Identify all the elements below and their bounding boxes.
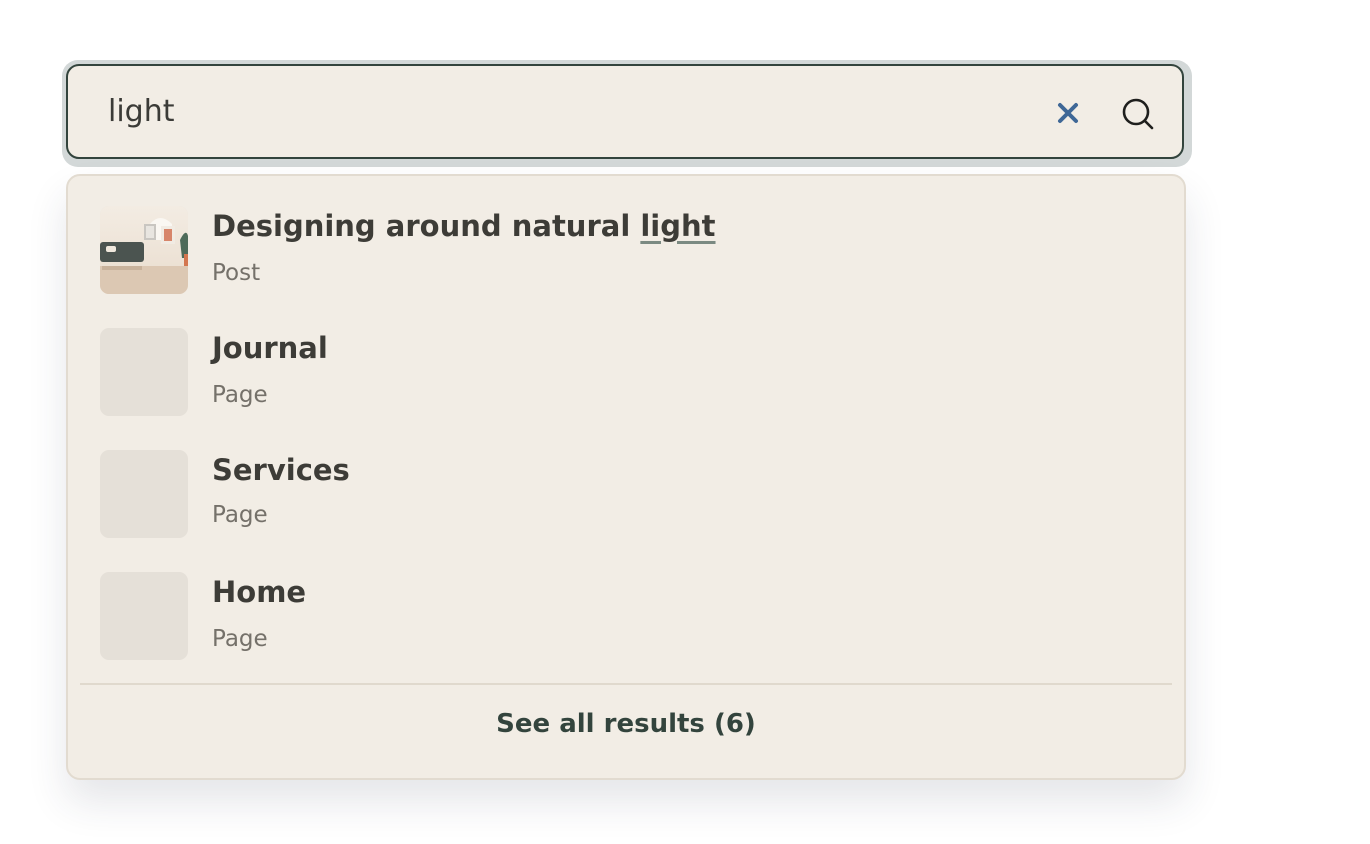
result-thumbnail (100, 206, 188, 294)
search-box (66, 64, 1184, 159)
close-icon (1058, 103, 1078, 123)
see-all-results-link[interactable]: See all results (6) (68, 706, 1184, 742)
divider (80, 683, 1172, 685)
result-title: Designing around natural light (212, 206, 716, 246)
search-bar (62, 60, 1192, 167)
result-item[interactable]: Journal Page (100, 328, 1140, 418)
room-image-icon (100, 206, 188, 294)
result-type: Page (212, 502, 268, 528)
result-title: Services (212, 453, 350, 487)
result-title: Journal (212, 331, 328, 365)
result-title-text: Designing around natural (212, 209, 641, 243)
result-thumbnail-placeholder (100, 450, 188, 538)
search-button[interactable] (1116, 92, 1160, 136)
result-thumbnail-placeholder (100, 572, 188, 660)
clear-search-button[interactable] (1048, 93, 1088, 133)
result-title-highlight: light (640, 209, 716, 243)
result-item[interactable]: Services Page (100, 450, 1140, 540)
result-thumbnail-placeholder (100, 328, 188, 416)
search-results-dropdown: Designing around natural light Post Jour… (66, 174, 1186, 780)
result-title: Home (212, 575, 307, 609)
result-type: Page (212, 626, 268, 652)
result-type: Post (212, 260, 261, 286)
result-item[interactable]: Home Page (100, 572, 1140, 662)
search-input[interactable] (108, 86, 1008, 136)
result-item[interactable]: Designing around natural light Post (100, 206, 1140, 296)
result-type: Page (212, 382, 268, 408)
search-icon (1122, 98, 1154, 130)
